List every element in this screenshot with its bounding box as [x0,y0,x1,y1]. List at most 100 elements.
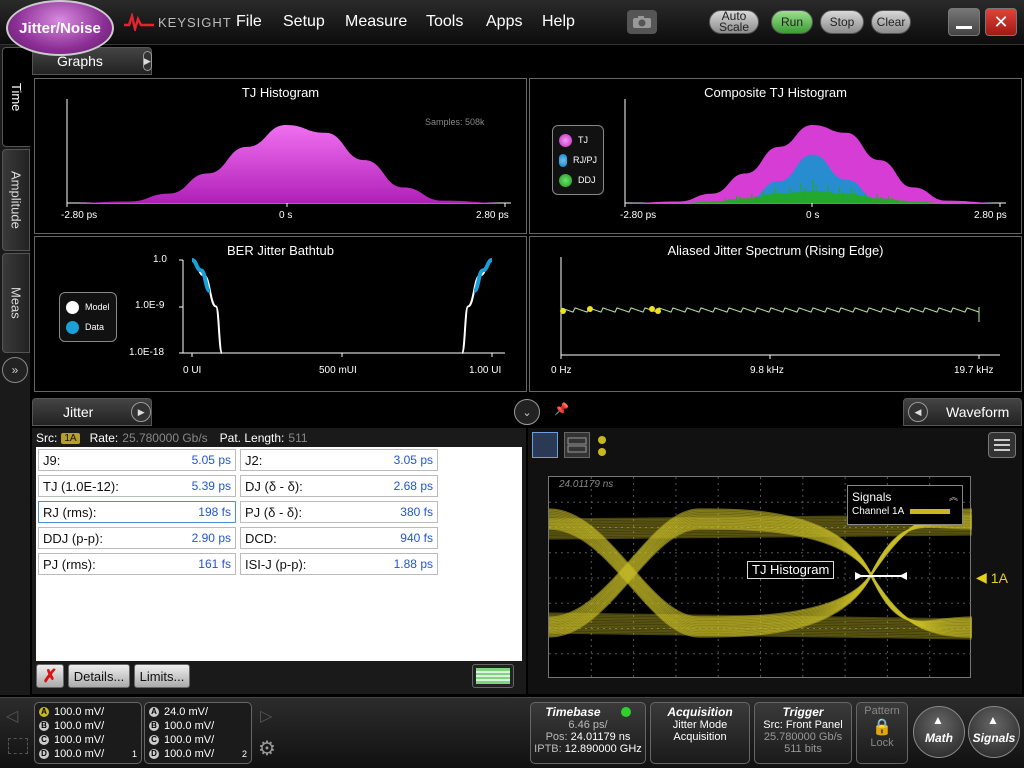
tab-time[interactable]: Time [2,47,30,147]
tick-label: 0 s [279,210,293,221]
expand-sidebar-icon[interactable]: » [2,357,28,383]
meas-isi[interactable]: ISI-J (p-p): 1.88 ps [240,553,438,575]
src-badge: 1A [61,432,80,444]
single-view-icon[interactable] [532,432,558,458]
channel-group-2[interactable]: A 24.0 mV/ B 100.0 mV/ C 100.0 mV/ D 100.0 m… [144,702,252,764]
acquisition-box[interactable]: Acquisition Jitter Mode Acquisition [650,702,750,764]
details-button[interactable]: Details... [68,664,130,688]
legend-label: Data [85,322,105,332]
tj-histogram-marker[interactable]: TJ Histogram [747,561,835,579]
timebase-box[interactable]: Timebase 6.46 ps/ Pos: 24.01179 ns IPTB:… [530,702,646,764]
meas-label: J9: [43,452,61,468]
minimize-icon [956,25,972,29]
meas-tj[interactable]: TJ (1.0E-12): 5.39 ps [38,475,236,497]
iptb-label: IPTB: [534,743,562,755]
pin-icon[interactable]: 📌 [554,402,569,416]
menu-tools[interactable]: Tools [426,13,463,31]
composite-histogram-panel[interactable]: Composite TJ Histogram TJ RJ/PJ DDJ -2.8… [529,78,1022,234]
meas-label: RJ (rms): [43,504,97,520]
meas-value: 5.05 ps [191,453,231,467]
autoscale-button[interactable]: Auto Scale [709,10,759,34]
tick-label: 0 Hz [551,365,572,376]
scroll-left-icon[interactable]: ◁ [6,706,18,726]
trigger-box[interactable]: Trigger Src: Front Panel 25.780000 Gb/s … [754,702,852,764]
meas-value: 3.05 ps [393,453,433,467]
channel-group-1[interactable]: A 100.0 mV/ B 100.0 mV/ C 100.0 mV/ D 100.0 … [34,702,142,764]
jitter-play-icon[interactable]: ▶ [131,402,151,422]
tab-amplitude[interactable]: Amplitude [2,149,30,251]
meas-pj[interactable]: PJ (δ - δ): 380 fs [240,501,438,523]
tab-meas[interactable]: Meas [2,253,30,353]
meas-value: 2.90 ps [191,531,231,545]
math-button[interactable]: ▲ Math [913,706,965,758]
layout-toggle-button[interactable] [472,664,514,688]
menu-apps[interactable]: Apps [486,13,522,31]
tj-histogram-area [67,125,505,203]
spectrum-peak [655,308,661,314]
hamburger-menu-icon[interactable] [988,432,1016,458]
menu-measure[interactable]: Measure [345,13,407,31]
data-curve [472,258,493,293]
legend-label: Model [85,302,110,312]
jitter-panel-header: Jitter ▶ [32,398,152,426]
keysight-wave-icon [124,13,154,31]
spectrum-panel[interactable]: Aliased Jitter Spectrum (Rising Edge) 0 … [529,236,1022,392]
signals-button[interactable]: ▲ Signals [968,706,1020,758]
acquisition-mode: Jitter Mode [672,719,728,731]
tick-label: 2.80 ps [974,210,1007,221]
trigger-bits: 511 bits [784,743,822,755]
channel-letter: B [39,721,49,731]
timebase-title: Timebase [545,705,601,719]
meas-ddj[interactable]: DDJ (p-p): 2.90 ps [38,527,236,549]
menu-setup[interactable]: Setup [283,13,325,31]
bathtub-panel[interactable]: BER Jitter Bathtub 1.0 1.0E-9 1.0E-18 0 … [34,236,527,392]
meas-label: PJ (δ - δ): [245,504,303,520]
app-mode-badge[interactable]: Jitter/Noise [6,0,114,56]
graphs-play-icon[interactable]: ▶ [142,51,152,71]
meas-label: ISI-J (p-p): [245,556,307,572]
camera-icon[interactable] [627,10,657,34]
menu-help[interactable]: Help [542,13,575,31]
split-view-icon[interactable] [564,432,590,458]
lock-icon: 🔒 [872,719,892,736]
delete-measurements-button[interactable]: ✗ [36,664,64,688]
time-label: 24.01179 ns [559,479,614,490]
chevron-up-icon[interactable]: ︽ [949,490,958,504]
meas-j2[interactable]: J2: 3.05 ps [240,449,438,471]
waveform-display[interactable]: 24.01179 ns Signals ︽ Channel 1A TJ Histo… [548,476,972,679]
waveform-panel: 24.01179 ns Signals ︽ Channel 1A TJ Histo… [528,428,1022,694]
tick-label: 0 UI [183,365,202,376]
close-button[interactable]: ✕ [985,8,1017,36]
chevron-up-icon: ▲ [987,713,999,727]
tj-histogram-panel[interactable]: TJ Histogram Samples: 508k -2.80 ps 0 s … [34,78,527,234]
meas-label: TJ (1.0E-12): [43,478,119,494]
channel-scale: 100.0 mV/ [54,706,105,718]
waveform-play-icon[interactable]: ◀ [908,402,928,422]
run-button[interactable]: Run [771,10,813,34]
meas-dcd[interactable]: DCD: 940 fs [240,527,438,549]
meas-dj[interactable]: DJ (δ - δ): 2.68 ps [240,475,438,497]
model-legend-icon [66,300,79,314]
stop-button[interactable]: Stop [820,10,864,34]
gear-icon[interactable]: ⚙ [258,736,276,761]
rate-label: Rate: [89,431,119,445]
meas-j9[interactable]: J9: 5.05 ps [38,449,236,471]
meas-pj-rms[interactable]: PJ (rms): 161 fs [38,553,236,575]
source-info: Src: 1A Rate: 25.780000 Gb/s Pat. Length… [36,431,308,445]
composite-legend: TJ RJ/PJ DDJ [552,125,604,195]
scroll-right-icon[interactable]: ▷ [260,706,272,726]
close-icon: ✕ [993,11,1009,32]
channel-letter: D [149,749,159,759]
ddj-legend-icon [559,173,572,187]
grid-icon[interactable] [8,738,28,754]
acquisition-title: Acquisition [667,705,733,719]
chevron-down-icon[interactable]: ⌄ [514,399,540,425]
meas-rj[interactable]: RJ (rms): 198 fs [38,501,236,523]
channel-letter: B [149,721,159,731]
limits-button[interactable]: Limits... [134,664,190,688]
signals-legend[interactable]: Signals ︽ Channel 1A [847,485,963,525]
clear-button[interactable]: Clear [871,10,911,34]
minimize-button[interactable] [948,8,980,36]
menu-file[interactable]: File [236,13,262,31]
pattern-lock-box[interactable]: Pattern 🔒 Lock [856,702,908,764]
